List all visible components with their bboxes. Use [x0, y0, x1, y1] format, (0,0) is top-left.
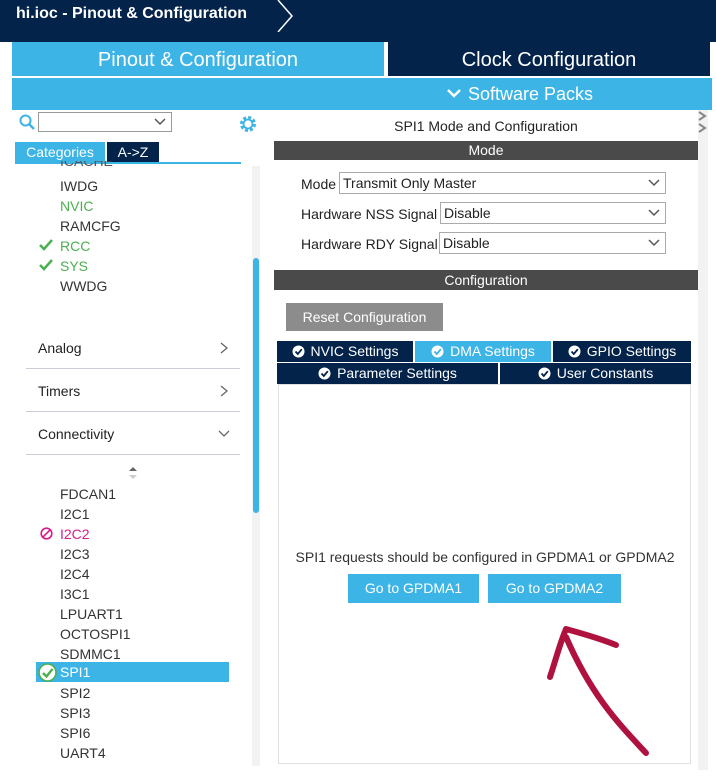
gear-icon[interactable] [238, 114, 258, 134]
breadcrumb-chevron-icon [277, 0, 293, 33]
chevron-down-icon [648, 209, 660, 217]
check-circle-icon [568, 345, 581, 358]
reset-configuration-button[interactable]: Reset Configuration [286, 303, 443, 331]
list-item[interactable]: ICACHE [60, 161, 113, 168]
list-item-uart4[interactable]: UART4 [60, 745, 106, 761]
annotation-arrow-icon [547, 626, 649, 756]
chevron-right-icon [220, 385, 228, 397]
chevron-down-icon [648, 179, 660, 187]
tab-clock-configuration[interactable]: Clock Configuration [388, 42, 710, 76]
tab-label: NVIC Settings [310, 343, 399, 359]
panel-title: SPI1 Mode and Configuration [394, 118, 578, 134]
chevron-down-icon [154, 118, 166, 126]
tab-clock-label: Clock Configuration [461, 49, 637, 71]
chevron-down-icon [447, 89, 461, 98]
list-item-spi1: SPI1 [60, 664, 91, 680]
search-combobox[interactable] [38, 112, 172, 132]
scroll-arrows-icon[interactable] [697, 106, 709, 146]
list-item-lpuart1[interactable]: LPUART1 [60, 606, 123, 622]
tab-pinout-label: Pinout & Configuration [97, 49, 299, 71]
check-icon [39, 239, 53, 251]
list-item-fdcan1[interactable]: FDCAN1 [60, 486, 116, 502]
check-circle-icon [38, 663, 57, 682]
list-item-wwdg[interactable]: WWDG [60, 278, 107, 294]
mode-select[interactable]: Transmit Only Master [339, 172, 666, 194]
chevron-down-icon [648, 239, 660, 247]
header-strip [0, 32, 716, 42]
list-item-nvic[interactable]: NVIC [60, 198, 93, 214]
tab-gpio-settings[interactable]: GPIO Settings [553, 341, 691, 362]
rdy-value: Disable [443, 235, 490, 251]
list-item-iwdg[interactable]: IWDG [60, 178, 98, 194]
tab-underline [15, 162, 241, 164]
list-item-spi6[interactable]: SPI6 [60, 725, 90, 741]
tab-label: User Constants [556, 365, 654, 381]
list-item-spi3[interactable]: SPI3 [60, 705, 90, 721]
check-icon [39, 259, 53, 271]
check-circle-icon [431, 345, 444, 358]
tab-label: DMA Settings [450, 343, 535, 359]
software-packs-menu[interactable]: Software Packs [446, 84, 593, 105]
section-timers[interactable]: Timers [26, 369, 240, 412]
section-label: Connectivity [38, 426, 115, 442]
tab-parameter-settings[interactable]: Parameter Settings [277, 363, 498, 384]
rdy-select[interactable]: Disable [439, 232, 666, 254]
search-icon[interactable] [19, 114, 35, 130]
configuration-header: Configuration [274, 270, 698, 290]
window-title: hi.ioc - Pinout & Configuration [16, 5, 248, 22]
list-item-ramcfg[interactable]: RAMCFG [60, 218, 121, 234]
list-item-i2c3[interactable]: I2C3 [60, 546, 90, 562]
check-circle-icon [318, 367, 331, 380]
section-label: Timers [38, 383, 81, 399]
mode-header: Mode [274, 141, 698, 160]
list-item-sdmmc1[interactable]: SDMMC1 [60, 646, 121, 662]
tab-label: Parameter Settings [337, 365, 457, 381]
software-packs-label: Software Packs [468, 84, 594, 104]
tab-user-constants[interactable]: User Constants [500, 363, 691, 384]
go-to-gpdma2-button[interactable]: Go to GPDMA2 [488, 574, 621, 603]
tab-categories[interactable]: Categories [15, 142, 105, 162]
left-scrollbar-thumb[interactable] [253, 258, 259, 513]
right-scrollbar[interactable] [698, 110, 708, 770]
list-item-i2c2[interactable]: I2C2 [60, 526, 90, 542]
check-circle-icon [292, 345, 305, 358]
check-circle-icon [538, 367, 551, 380]
chevron-down-icon [218, 430, 230, 437]
list-item-octospi1[interactable]: OCTOSPI1 [60, 626, 131, 642]
tab-pinout-configuration[interactable]: Pinout & Configuration [12, 42, 384, 76]
disabled-icon [40, 527, 53, 540]
tab-a-to-z[interactable]: A->Z [107, 142, 159, 162]
mode-value: Transmit Only Master [343, 175, 477, 191]
list-item-i2c1[interactable]: I2C1 [60, 506, 90, 522]
list-item-sys[interactable]: SYS [60, 258, 88, 274]
list-item-spi2[interactable]: SPI2 [60, 685, 90, 701]
nss-value: Disable [444, 205, 491, 221]
list-item-i3c1[interactable]: I3C1 [60, 586, 90, 602]
software-packs-bar [12, 78, 712, 110]
go-to-gpdma1-button[interactable]: Go to GPDMA1 [348, 574, 479, 603]
list-item-i2c4[interactable]: I2C4 [60, 566, 90, 582]
sort-icon[interactable] [127, 466, 139, 480]
rdy-label: Hardware RDY Signal [301, 236, 438, 252]
tab-label: GPIO Settings [586, 343, 677, 359]
tab-nvic-settings[interactable]: NVIC Settings [277, 341, 413, 362]
chevron-right-icon [220, 342, 228, 354]
mode-label: Mode [301, 176, 337, 192]
list-item-rcc[interactable]: RCC [60, 238, 90, 254]
nss-select[interactable]: Disable [440, 202, 666, 224]
tab-dma-settings[interactable]: DMA Settings [415, 341, 551, 362]
section-connectivity[interactable]: Connectivity [26, 412, 240, 455]
section-analog[interactable]: Analog [26, 326, 240, 369]
section-label: Analog [38, 340, 82, 356]
dma-message: SPI1 requests should be configured in GP… [295, 549, 675, 565]
nss-label: Hardware NSS Signal [301, 206, 438, 222]
